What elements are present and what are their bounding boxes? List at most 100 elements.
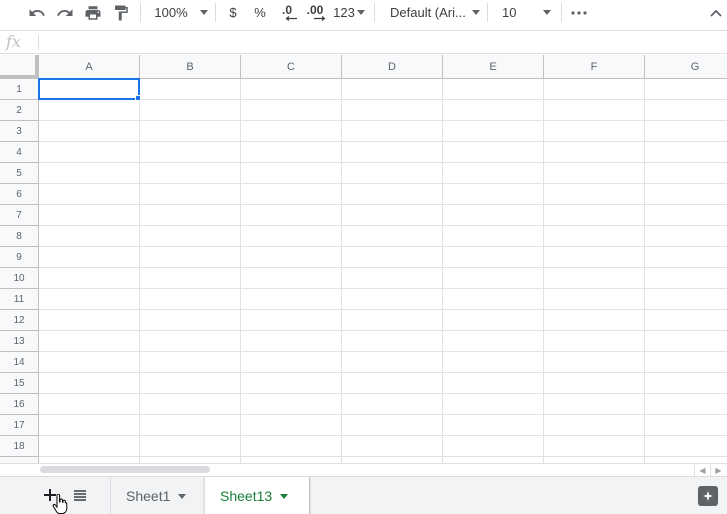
cell-a16[interactable] <box>39 394 140 415</box>
cell-e9[interactable] <box>443 247 544 268</box>
cell-f14[interactable] <box>544 352 645 373</box>
cell-b7[interactable] <box>140 205 241 226</box>
cell-f2[interactable] <box>544 100 645 121</box>
cell-c3[interactable] <box>241 121 342 142</box>
row-header[interactable]: 14 <box>0 352 39 373</box>
horizontal-scrollbar[interactable]: ◀ ▶ <box>0 463 727 476</box>
cell-d3[interactable] <box>342 121 443 142</box>
column-header-e[interactable]: E <box>443 55 544 79</box>
cell-f18[interactable] <box>544 436 645 457</box>
cell-b5[interactable] <box>140 163 241 184</box>
cell-b10[interactable] <box>140 268 241 289</box>
cell-f8[interactable] <box>544 226 645 247</box>
cell-c11[interactable] <box>241 289 342 310</box>
cell-g8[interactable] <box>645 226 727 247</box>
scroll-right-icon[interactable]: ▶ <box>710 464 726 476</box>
cell-g11[interactable] <box>645 289 727 310</box>
row-header[interactable]: 2 <box>0 100 39 121</box>
column-header-a[interactable]: A <box>39 55 140 79</box>
row-header[interactable]: 16 <box>0 394 39 415</box>
cell-f11[interactable] <box>544 289 645 310</box>
cell-g16[interactable] <box>645 394 727 415</box>
cell-e15[interactable] <box>443 373 544 394</box>
cell-g15[interactable] <box>645 373 727 394</box>
row-header[interactable]: 1 <box>0 79 39 100</box>
cell-a15[interactable] <box>39 373 140 394</box>
cell-b1[interactable] <box>140 79 241 100</box>
cell-f7[interactable] <box>544 205 645 226</box>
cell-e6[interactable] <box>443 184 544 205</box>
cell-f15[interactable] <box>544 373 645 394</box>
cell-c17[interactable] <box>241 415 342 436</box>
cell-b3[interactable] <box>140 121 241 142</box>
column-header-c[interactable]: C <box>241 55 342 79</box>
cell-c12[interactable] <box>241 310 342 331</box>
sheet-tab-sheet13[interactable]: Sheet13 <box>204 477 310 514</box>
more-button[interactable] <box>568 0 590 25</box>
cell-g7[interactable] <box>645 205 727 226</box>
cell-g2[interactable] <box>645 100 727 121</box>
all-sheets-button[interactable] <box>70 485 90 505</box>
collapse-toolbar-button[interactable] <box>706 0 726 25</box>
cell-e8[interactable] <box>443 226 544 247</box>
cell-c5[interactable] <box>241 163 342 184</box>
cell-f13[interactable] <box>544 331 645 352</box>
cell-c15[interactable] <box>241 373 342 394</box>
cell-e18[interactable] <box>443 436 544 457</box>
cell-d15[interactable] <box>342 373 443 394</box>
cell-d7[interactable] <box>342 205 443 226</box>
cell-g6[interactable] <box>645 184 727 205</box>
cell-c2[interactable] <box>241 100 342 121</box>
column-header-f[interactable]: F <box>544 55 645 79</box>
increase-decimal-button[interactable]: .00 <box>302 0 328 25</box>
cell-a2[interactable] <box>39 100 140 121</box>
more-formats-button[interactable]: 123 <box>332 0 366 25</box>
font-family-select[interactable]: Default (Ari... <box>384 0 480 25</box>
fill-handle[interactable] <box>135 95 141 101</box>
cell-e5[interactable] <box>443 163 544 184</box>
cell-a17[interactable] <box>39 415 140 436</box>
row-header[interactable]: 6 <box>0 184 39 205</box>
currency-format-button[interactable]: $ <box>224 0 242 25</box>
cell-b12[interactable] <box>140 310 241 331</box>
row-header[interactable]: 11 <box>0 289 39 310</box>
formula-input[interactable] <box>44 31 724 53</box>
cell-a14[interactable] <box>39 352 140 373</box>
row-header[interactable]: 12 <box>0 310 39 331</box>
paint-format-button[interactable] <box>110 0 132 25</box>
cell-b4[interactable] <box>140 142 241 163</box>
row-header[interactable]: 5 <box>0 163 39 184</box>
column-header-d[interactable]: D <box>342 55 443 79</box>
cell-a10[interactable] <box>39 268 140 289</box>
cell-b2[interactable] <box>140 100 241 121</box>
cell-g4[interactable] <box>645 142 727 163</box>
row-header[interactable]: 17 <box>0 415 39 436</box>
cell-f16[interactable] <box>544 394 645 415</box>
cell-d9[interactable] <box>342 247 443 268</box>
scrollbar-thumb[interactable] <box>40 466 210 473</box>
font-size-select[interactable]: 10 <box>496 0 556 25</box>
cell-c7[interactable] <box>241 205 342 226</box>
cell-c9[interactable] <box>241 247 342 268</box>
cell-c16[interactable] <box>241 394 342 415</box>
cell-a12[interactable] <box>39 310 140 331</box>
cell-g3[interactable] <box>645 121 727 142</box>
cell-b18[interactable] <box>140 436 241 457</box>
cell-d12[interactable] <box>342 310 443 331</box>
cell-g12[interactable] <box>645 310 727 331</box>
cell-d16[interactable] <box>342 394 443 415</box>
cell-g10[interactable] <box>645 268 727 289</box>
print-button[interactable] <box>82 0 104 25</box>
cell-d8[interactable] <box>342 226 443 247</box>
cell-f9[interactable] <box>544 247 645 268</box>
cell-e11[interactable] <box>443 289 544 310</box>
cell-e2[interactable] <box>443 100 544 121</box>
cell-a8[interactable] <box>39 226 140 247</box>
cell-f12[interactable] <box>544 310 645 331</box>
cell-e13[interactable] <box>443 331 544 352</box>
cell-g17[interactable] <box>645 415 727 436</box>
cell-d1[interactable] <box>342 79 443 100</box>
cell-e4[interactable] <box>443 142 544 163</box>
cell-a1[interactable] <box>39 79 140 100</box>
decrease-decimal-button[interactable]: .0 <box>276 0 298 25</box>
